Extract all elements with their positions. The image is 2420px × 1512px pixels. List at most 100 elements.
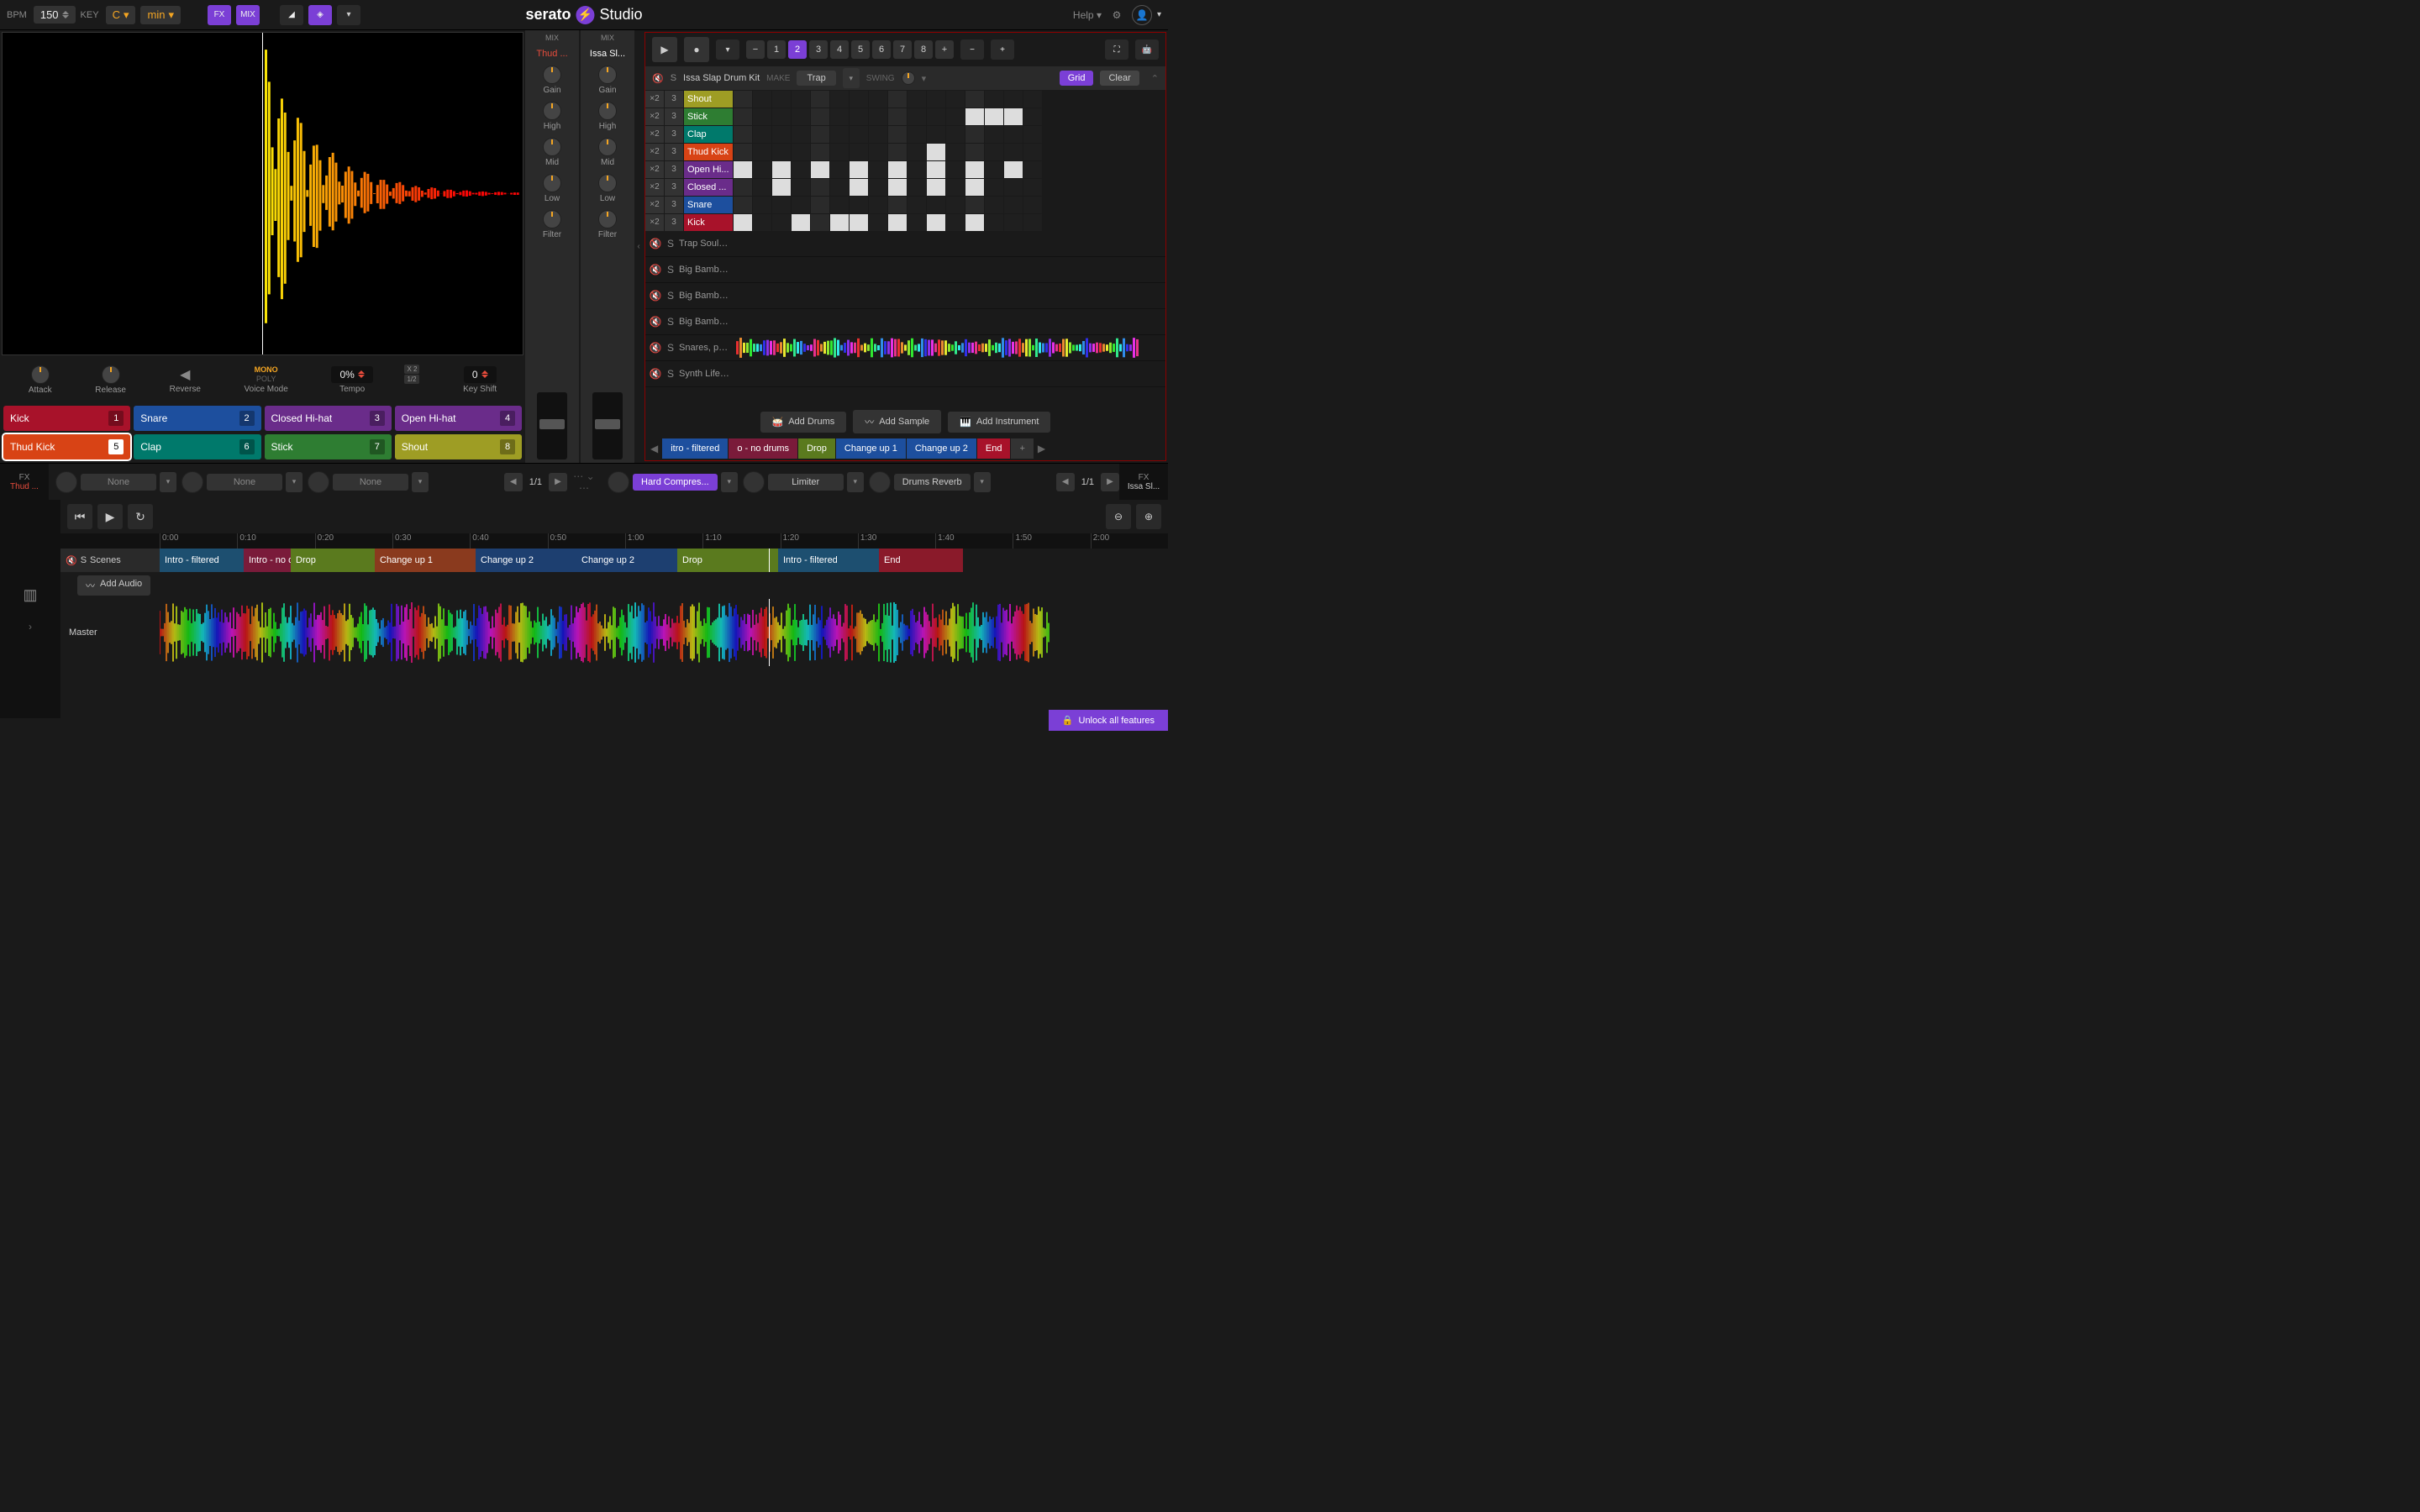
- step-cell[interactable]: [753, 161, 771, 178]
- step-cell[interactable]: [927, 144, 945, 160]
- mute-icon[interactable]: 🔇: [649, 341, 662, 354]
- fx-knob[interactable]: [608, 471, 629, 493]
- x2-button[interactable]: ×2: [645, 144, 664, 160]
- timeline-block[interactable]: Change up 1: [375, 549, 476, 572]
- pad-clap[interactable]: Clap6: [134, 434, 260, 459]
- voice-mode-toggle[interactable]: MONO POLY: [255, 365, 278, 383]
- solo-icon[interactable]: S: [671, 73, 676, 83]
- quantize-button[interactable]: ◈: [308, 5, 332, 25]
- step-cell[interactable]: [850, 197, 868, 213]
- keyshift-value[interactable]: 0: [464, 366, 497, 383]
- fx-prev-r[interactable]: ◀: [1056, 473, 1075, 491]
- x2-button[interactable]: ×2: [645, 91, 664, 108]
- mute-icon[interactable]: 🔇: [66, 555, 77, 566]
- fx-dropdown[interactable]: ▾: [160, 472, 176, 492]
- step-cell[interactable]: [753, 144, 771, 160]
- timeline-block[interactable]: End: [879, 549, 963, 572]
- step-cell[interactable]: [927, 161, 945, 178]
- add-scene-chip[interactable]: +: [1011, 438, 1033, 459]
- timeline-play[interactable]: ▶: [97, 504, 123, 529]
- step-cell[interactable]: [772, 161, 791, 178]
- step-cell[interactable]: [965, 91, 984, 108]
- step-cell[interactable]: [772, 144, 791, 160]
- solo-icon[interactable]: S: [664, 367, 677, 381]
- fx-select[interactable]: Limiter: [768, 474, 844, 491]
- step-cell[interactable]: [1004, 144, 1023, 160]
- pad-open-hi-hat[interactable]: Open Hi-hat4: [395, 406, 522, 431]
- step-cell[interactable]: [985, 108, 1003, 125]
- step-cell[interactable]: [830, 126, 849, 143]
- step-cell[interactable]: [811, 126, 829, 143]
- step-cell[interactable]: [985, 126, 1003, 143]
- step-cell[interactable]: [734, 214, 752, 231]
- fx-knob[interactable]: [869, 471, 891, 493]
- help-menu[interactable]: Help ▾: [1073, 9, 1102, 21]
- step-cell[interactable]: [927, 197, 945, 213]
- scene-chip[interactable]: End: [977, 438, 1011, 459]
- x3-button[interactable]: 3: [665, 91, 683, 108]
- step-cell[interactable]: [946, 179, 965, 196]
- step-cell[interactable]: [792, 91, 810, 108]
- track-lane[interactable]: [736, 362, 1165, 386]
- scene-5[interactable]: 5: [851, 40, 870, 59]
- step-cell[interactable]: [869, 179, 887, 196]
- step-cell[interactable]: [772, 214, 791, 231]
- fx-knob[interactable]: [55, 471, 77, 493]
- step-cell[interactable]: [888, 179, 907, 196]
- add-instrument-button[interactable]: 🎹 Add Instrument: [948, 412, 1050, 433]
- drum-name[interactable]: Thud Kick: [684, 144, 733, 160]
- step-cell[interactable]: [946, 144, 965, 160]
- pad-snare[interactable]: Snare2: [134, 406, 260, 431]
- step-cell[interactable]: [888, 126, 907, 143]
- robot-icon[interactable]: 🤖: [1135, 39, 1159, 60]
- scroll-right[interactable]: ▶: [1034, 443, 1049, 454]
- step-cell[interactable]: [869, 197, 887, 213]
- step-cell[interactable]: [888, 214, 907, 231]
- fx-collapse[interactable]: ⋯ ⌄ ⋯: [567, 470, 601, 494]
- step-cell[interactable]: [811, 108, 829, 125]
- step-cell[interactable]: [1023, 179, 1042, 196]
- step-cell[interactable]: [1023, 144, 1042, 160]
- step-cell[interactable]: [734, 126, 752, 143]
- step-cell[interactable]: [1023, 161, 1042, 178]
- low-knob[interactable]: [598, 174, 617, 192]
- fx-select[interactable]: Drums Reverb: [894, 474, 971, 491]
- transport-dropdown[interactable]: ▾: [716, 39, 739, 60]
- step-cell[interactable]: [772, 179, 791, 196]
- step-cell[interactable]: [927, 126, 945, 143]
- record-button[interactable]: ●: [684, 37, 709, 62]
- drum-name[interactable]: Shout: [684, 91, 733, 108]
- step-cell[interactable]: [927, 108, 945, 125]
- step-cell[interactable]: [908, 197, 926, 213]
- x3-button[interactable]: 3: [665, 179, 683, 196]
- fx-next[interactable]: ▶: [549, 473, 567, 491]
- step-cell[interactable]: [811, 91, 829, 108]
- step-cell[interactable]: [850, 108, 868, 125]
- step-cell[interactable]: [792, 197, 810, 213]
- solo-icon[interactable]: S: [81, 555, 87, 565]
- drum-name[interactable]: Closed ...: [684, 179, 733, 196]
- step-cell[interactable]: [830, 179, 849, 196]
- clear-button[interactable]: Clear: [1100, 71, 1139, 86]
- timeline-block[interactable]: Change up 2: [476, 549, 576, 572]
- step-cell[interactable]: [965, 214, 984, 231]
- step-cell[interactable]: [946, 126, 965, 143]
- timeline-block[interactable]: Intro - filtered: [160, 549, 244, 572]
- step-cell[interactable]: [1004, 91, 1023, 108]
- step-cell[interactable]: [869, 126, 887, 143]
- solo-icon[interactable]: S: [664, 315, 677, 328]
- track-lane[interactable]: [736, 258, 1165, 281]
- step-cell[interactable]: [888, 91, 907, 108]
- step-cell[interactable]: [772, 197, 791, 213]
- x3-button[interactable]: 3: [665, 214, 683, 231]
- pad-thud-kick[interactable]: Thud Kick5: [3, 434, 130, 459]
- timeline-loop[interactable]: ↻: [128, 504, 153, 529]
- fx-knob[interactable]: [182, 471, 203, 493]
- step-cell[interactable]: [772, 126, 791, 143]
- step-cell[interactable]: [734, 197, 752, 213]
- step-cell[interactable]: [908, 144, 926, 160]
- track-name[interactable]: Big Bamboo-...: [679, 291, 729, 301]
- step-cell[interactable]: [888, 144, 907, 160]
- gain-knob[interactable]: [598, 66, 617, 84]
- step-cell[interactable]: [850, 214, 868, 231]
